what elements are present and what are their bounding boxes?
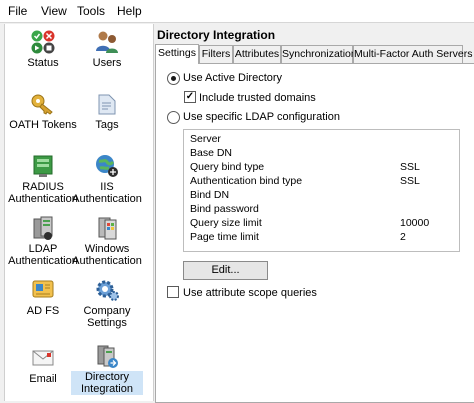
menu-view[interactable]: View bbox=[41, 4, 67, 18]
menu-file[interactable]: File bbox=[8, 4, 27, 18]
email-icon bbox=[30, 345, 56, 371]
include-trusted-domains-label: Include trusted domains bbox=[199, 92, 316, 104]
sidebar-item-label: Tags bbox=[95, 119, 119, 131]
edit-button[interactable]: Edit... bbox=[183, 261, 268, 280]
sidebar-item-users[interactable]: Users bbox=[71, 29, 143, 69]
tab-filters[interactable]: Filters bbox=[199, 45, 233, 63]
tags-icon bbox=[94, 91, 120, 117]
attribute-scope-queries-checkbox[interactable] bbox=[167, 286, 179, 298]
attribute-scope-queries-label: Use attribute scope queries bbox=[183, 287, 317, 299]
adfs-icon bbox=[30, 277, 56, 303]
sidebar-item-label: Users bbox=[92, 57, 122, 69]
use-specific-ldap-label: Use specific LDAP configuration bbox=[183, 111, 340, 123]
table-row: Query size limit 10000 bbox=[190, 217, 430, 229]
sidebar-item-ldap-authentication[interactable]: LDAP Authentication bbox=[7, 215, 79, 267]
tab-multi-factor-auth-servers[interactable]: Multi-Factor Auth Servers bbox=[353, 45, 472, 63]
include-trusted-domains-checkbox[interactable]: ✓ bbox=[184, 91, 196, 103]
sidebar-item-status[interactable]: Status bbox=[7, 29, 79, 69]
sidebar-item-label: Directory Integration bbox=[71, 371, 143, 395]
sidebar-item-label: LDAP Authentication bbox=[8, 243, 78, 267]
table-row: Query bind type SSL bbox=[190, 161, 420, 173]
tab-attributes[interactable]: Attributes bbox=[233, 45, 281, 63]
sidebar-item-iis-authentication[interactable]: IIS Authentication bbox=[71, 153, 143, 205]
sidebar-item-label: OATH Tokens bbox=[9, 119, 77, 131]
use-active-directory-label: Use Active Directory bbox=[183, 72, 283, 84]
sidebar-item-tags[interactable]: Tags bbox=[71, 91, 143, 131]
sidebar-item-company-settings[interactable]: Company Settings bbox=[71, 277, 143, 329]
menu-bar: File View Tools Help bbox=[0, 0, 474, 23]
sidebar-item-oath-tokens[interactable]: OATH Tokens bbox=[7, 91, 79, 131]
status-icon bbox=[30, 29, 56, 55]
company-settings-icon bbox=[94, 277, 120, 303]
sidebar-item-label: Email bbox=[29, 373, 57, 385]
sidebar-item-label: RADIUS Authentication bbox=[8, 181, 78, 205]
tab-settings[interactable]: Settings bbox=[155, 44, 199, 64]
tab-synchronization[interactable]: Synchronization bbox=[281, 45, 357, 63]
menu-help[interactable]: Help bbox=[117, 4, 142, 18]
sidebar-item-directory-integration[interactable]: Directory Integration bbox=[71, 343, 143, 395]
users-icon bbox=[94, 29, 120, 55]
directory-integration-icon bbox=[94, 343, 120, 369]
menu-tools[interactable]: Tools bbox=[77, 4, 105, 18]
sidebar-item-label: IIS Authentication bbox=[72, 181, 142, 205]
sidebar-item-label: Status bbox=[27, 57, 59, 69]
sidebar-item-windows-authentication[interactable]: Windows Authentication bbox=[71, 215, 143, 267]
table-row: Page time limit 2 bbox=[190, 231, 406, 243]
table-row: Authentication bind type SSL bbox=[190, 175, 420, 187]
table-row: Bind password bbox=[190, 203, 259, 215]
sidebar-item-label: AD FS bbox=[26, 305, 60, 317]
sidebar-item-email[interactable]: Email bbox=[7, 345, 79, 385]
use-active-directory-radio[interactable] bbox=[167, 72, 180, 85]
sidebar-item-ad-fs[interactable]: AD FS bbox=[7, 277, 79, 317]
radius-icon bbox=[30, 153, 56, 179]
ldap-icon bbox=[30, 215, 56, 241]
use-specific-ldap-radio[interactable] bbox=[167, 111, 180, 124]
oath-tokens-icon bbox=[30, 91, 56, 117]
sidebar: Status Users OATH Tokens Tags RADIUS Auth… bbox=[4, 24, 154, 401]
sidebar-item-label: Company Settings bbox=[83, 305, 131, 329]
sidebar-item-radius-authentication[interactable]: RADIUS Authentication bbox=[7, 153, 79, 205]
table-row: Server bbox=[190, 133, 221, 145]
sidebar-item-label: Windows Authentication bbox=[72, 243, 142, 267]
iis-icon bbox=[94, 153, 120, 179]
table-row: Base DN bbox=[190, 147, 233, 159]
table-row: Bind DN bbox=[190, 189, 230, 201]
page-title: Directory Integration bbox=[157, 28, 276, 42]
windows-icon bbox=[94, 215, 120, 241]
ldap-configuration-grid: Server Base DN Query bind type SSL Authen… bbox=[183, 129, 460, 252]
